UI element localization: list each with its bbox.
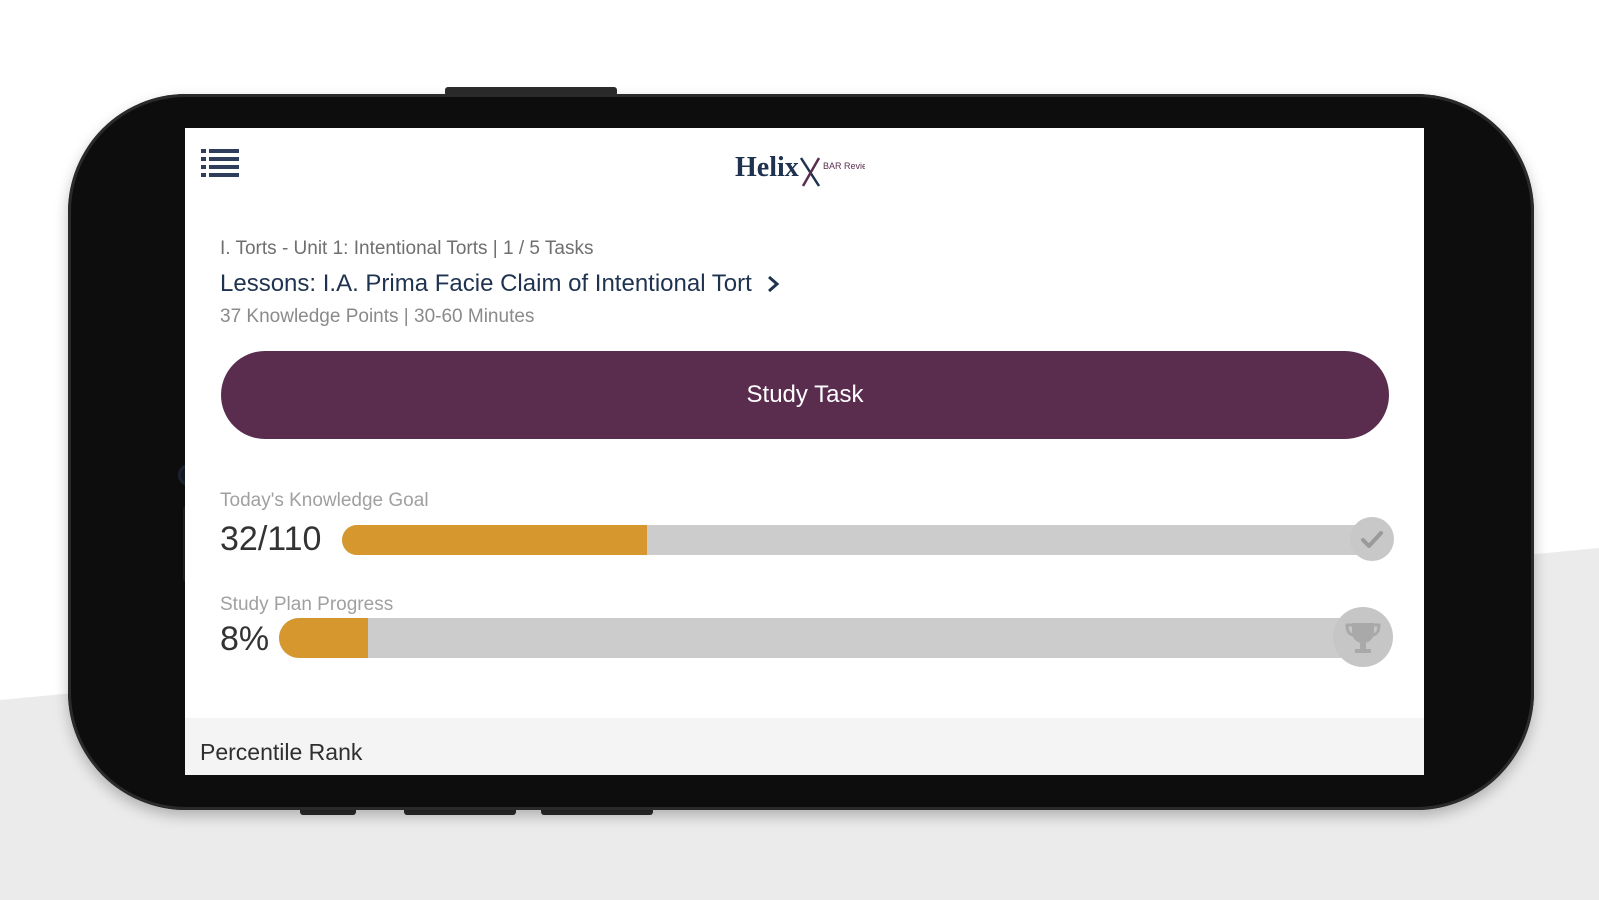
study-task-button[interactable]: Study Task	[221, 351, 1389, 439]
study-task-label: Study Task	[746, 381, 864, 408]
percentile-rank-heading: Percentile Rank	[200, 739, 363, 765]
trophy-icon	[1333, 607, 1393, 667]
chevron-right-icon	[767, 275, 780, 293]
lesson-title-link[interactable]: Lessons: I.A. Prima Facie Claim of Inten…	[220, 270, 780, 298]
app-screen: Helix BAR Review I. Torts - Unit 1: Inte…	[185, 128, 1424, 775]
task-meta: 37 Knowledge Points | 30-60 Minutes	[220, 306, 535, 327]
svg-text:BAR Review: BAR Review	[823, 161, 865, 171]
knowledge-goal-value: 32/110	[220, 520, 322, 558]
svg-text:Helix: Helix	[735, 152, 799, 183]
check-icon	[1350, 517, 1394, 561]
study-plan-label: Study Plan Progress	[220, 594, 394, 615]
study-plan-track	[279, 618, 1389, 658]
list-menu-icon[interactable]	[201, 148, 239, 178]
stage: Helix BAR Review I. Torts - Unit 1: Inte…	[0, 0, 1599, 900]
knowledge-goal-fill	[342, 525, 647, 555]
lesson-title: Lessons: I.A. Prima Facie Claim of Inten…	[220, 270, 752, 297]
breadcrumb: I. Torts - Unit 1: Intentional Torts | 1…	[220, 238, 594, 259]
knowledge-goal-label: Today's Knowledge Goal	[220, 490, 429, 511]
study-plan-fill	[279, 618, 368, 658]
study-plan-value: 8%	[220, 620, 270, 658]
helix-logo: Helix BAR Review	[735, 148, 874, 192]
percentile-panel	[185, 718, 1424, 775]
knowledge-goal-track	[342, 525, 1389, 555]
